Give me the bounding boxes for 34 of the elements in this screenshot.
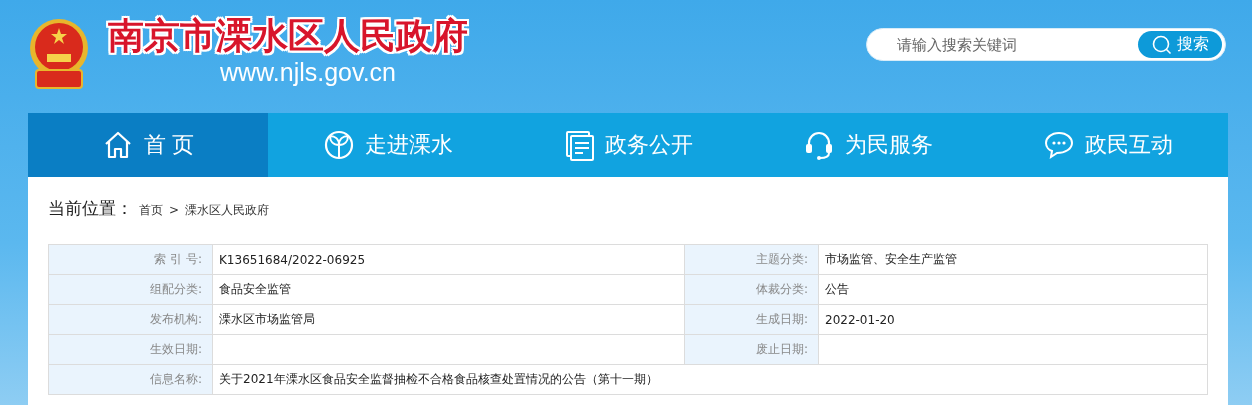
field-value: 公告 bbox=[818, 274, 1208, 305]
nav-tab[interactable]: 为民服务 bbox=[748, 113, 988, 177]
site-title: 南京市溧水区人民政府 bbox=[108, 14, 468, 58]
field-value: K13651684/2022-06925 bbox=[212, 244, 685, 275]
field-label: 废止日期: bbox=[684, 334, 819, 365]
breadcrumb-label: 当前位置： bbox=[48, 197, 133, 220]
nav-tab[interactable]: 政务公开 bbox=[508, 113, 748, 177]
field-label: 生成日期: bbox=[684, 304, 819, 335]
breadcrumb-link[interactable]: 首页 bbox=[139, 202, 163, 219]
site-url: www.njls.gov.cn bbox=[220, 58, 396, 86]
field-label: 发布机构: bbox=[48, 304, 213, 335]
field-value: 溧水区市场监管局 bbox=[212, 304, 685, 335]
nav-tab[interactable]: 政民互动 bbox=[988, 113, 1228, 177]
document-icon bbox=[563, 129, 595, 161]
search-field[interactable]: 请输入搜索关键词 搜索 bbox=[866, 28, 1226, 61]
field-label: 体裁分类: bbox=[684, 274, 819, 305]
search-icon bbox=[1151, 34, 1172, 55]
field-value: 关于2021年溧水区食品安全监督抽检不合格食品核查处置情况的公告（第十一期） bbox=[212, 364, 1208, 395]
chat-icon bbox=[1043, 129, 1075, 161]
field-value: 市场监管、安全生产监管 bbox=[818, 244, 1208, 275]
nav-tab[interactable]: 走进溧水 bbox=[268, 113, 508, 177]
field-label: 生效日期: bbox=[48, 334, 213, 365]
field-value: 2022-01-20 bbox=[818, 304, 1208, 335]
field-label: 主题分类: bbox=[684, 244, 819, 275]
field-label: 信息名称: bbox=[48, 364, 213, 395]
breadcrumb-separator: > bbox=[169, 203, 180, 217]
field-label: 索 引 号: bbox=[48, 244, 213, 275]
field-label: 组配分类: bbox=[48, 274, 213, 305]
nav-tab[interactable]: 首 页 bbox=[28, 113, 268, 177]
sprout-icon bbox=[323, 129, 355, 161]
search-button[interactable]: 搜索 bbox=[1138, 31, 1222, 58]
headset-icon bbox=[803, 129, 835, 161]
field-value: 食品安全监管 bbox=[212, 274, 685, 305]
breadcrumb-link[interactable]: 溧水区人民政府 bbox=[185, 202, 270, 219]
